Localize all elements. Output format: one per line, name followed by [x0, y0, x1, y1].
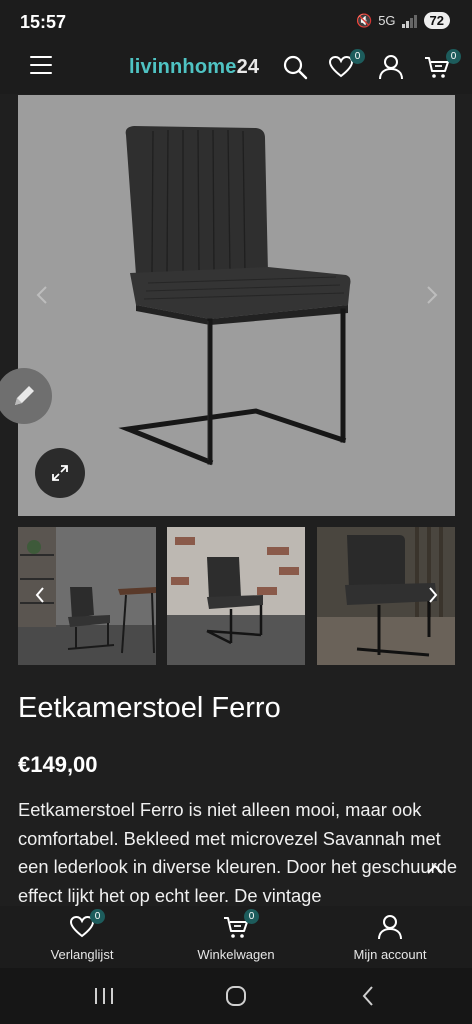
- chevron-up-icon: [427, 864, 443, 874]
- tab-cart[interactable]: 0 Winkelwagen: [166, 909, 306, 962]
- home-icon: [226, 986, 246, 1006]
- product-description: Eetkamerstoel Ferro is niet alleen mooi,…: [18, 799, 458, 906]
- site-logo[interactable]: livinnhome24: [129, 56, 259, 79]
- network-label: 5G: [378, 13, 396, 28]
- thumbnail-1[interactable]: [18, 527, 156, 665]
- chevron-right-icon: [429, 587, 438, 603]
- gallery-next-button[interactable]: [422, 283, 442, 307]
- back-button[interactable]: [356, 984, 382, 1008]
- status-time: 15:57: [20, 12, 67, 32]
- scroll-to-top-button[interactable]: [415, 849, 455, 889]
- tab-label-wishlist: Verlanglijst: [50, 947, 114, 962]
- chevron-right-icon: [427, 286, 438, 304]
- signal-icon: [401, 14, 417, 28]
- product-image-gallery[interactable]: [18, 95, 455, 516]
- thumbnail-2[interactable]: [167, 527, 305, 665]
- cart-badge: 0: [446, 49, 461, 64]
- tab-wishlist[interactable]: 0 Verlanglijst: [12, 909, 152, 962]
- recent-apps-button[interactable]: [91, 984, 117, 1008]
- menu-icon[interactable]: [30, 56, 52, 78]
- wishlist-button[interactable]: 0: [328, 49, 365, 82]
- thumbnail-3[interactable]: [317, 527, 455, 665]
- pencil-icon: [15, 386, 34, 405]
- thumbnails-next-button[interactable]: [425, 585, 441, 605]
- app-header: livinnhome24 0 0: [0, 42, 472, 94]
- thumbnail-strip: [18, 527, 455, 665]
- cart-button[interactable]: 0: [424, 49, 461, 82]
- thumbnail-image-brick-wall: [167, 527, 305, 665]
- system-navigation-bar: [0, 968, 472, 1024]
- back-icon: [362, 986, 373, 1006]
- search-icon[interactable]: [282, 54, 310, 82]
- product-image: [118, 126, 351, 466]
- battery-indicator: 72: [423, 12, 450, 29]
- logo-text-main: livinnhome: [129, 56, 237, 78]
- mute-icon: 🔇: [356, 12, 373, 28]
- expand-icon: [52, 465, 68, 481]
- tab-label-account: Mijn account: [353, 947, 427, 962]
- bottom-tab-bar: 0 Verlanglijst 0 Winkelwagen Mijn accoun…: [0, 906, 472, 968]
- home-button[interactable]: [223, 984, 249, 1008]
- user-icon: [378, 915, 402, 940]
- cart-tab-badge: 0: [244, 909, 259, 924]
- wishlist-tab-badge: 0: [90, 909, 105, 924]
- chevron-left-icon: [35, 587, 44, 603]
- fullscreen-button[interactable]: [35, 448, 85, 498]
- status-bar: 15:57 🔇 5G 72: [0, 0, 472, 42]
- chevron-left-icon: [36, 286, 47, 304]
- recent-apps-icon: [95, 988, 113, 1004]
- account-button[interactable]: [378, 54, 406, 82]
- thumbnails-prev-button[interactable]: [32, 585, 48, 605]
- status-icons: 🔇 5G 72: [356, 12, 450, 29]
- product-price: €149,00: [18, 752, 98, 777]
- user-icon: [379, 55, 403, 80]
- gallery-prev-button[interactable]: [32, 283, 52, 307]
- wishlist-badge: 0: [350, 49, 365, 64]
- product-title: Eetkamerstoel Ferro: [18, 692, 281, 724]
- tab-account[interactable]: Mijn account: [320, 914, 460, 962]
- logo-text-number: 24: [236, 56, 260, 78]
- tab-label-cart: Winkelwagen: [197, 947, 275, 962]
